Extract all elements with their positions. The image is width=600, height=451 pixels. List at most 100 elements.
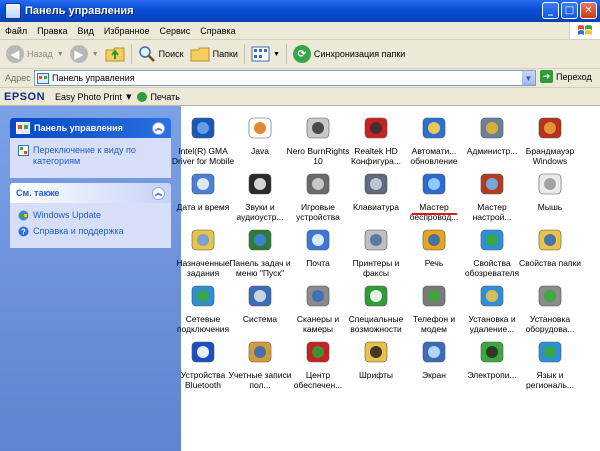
item-label: Сканеры и камеры <box>296 314 340 334</box>
menu-edit[interactable]: Правка <box>32 26 72 36</box>
realtek-icon <box>360 112 392 144</box>
control-panel-item[interactable]: Мастер настрой... <box>459 168 525 222</box>
add-remove-icon <box>476 280 508 312</box>
control-panel-item[interactable]: Свойства обозревателя <box>459 224 525 278</box>
sync-folder-button[interactable]: ⟳ Синхронизация папки <box>292 45 405 63</box>
java-icon <box>244 112 276 144</box>
menu-file[interactable]: Файл <box>0 26 32 36</box>
views-button[interactable]: ▼ <box>251 45 280 63</box>
control-panel-item[interactable]: Realtek HD Конфигура... <box>343 112 409 166</box>
control-panel-item[interactable]: Автомати... обновление <box>401 112 467 166</box>
minimize-button[interactable]: _ <box>542 2 559 19</box>
security-center-icon <box>302 336 334 368</box>
control-panel-item[interactable]: Свойства папки <box>517 224 583 268</box>
control-panel-item[interactable]: Учетные записи пол... <box>227 336 293 390</box>
display-icon <box>418 336 450 368</box>
menu-view[interactable]: Вид <box>73 26 99 36</box>
control-panel-item[interactable]: Установка оборудова... <box>517 280 583 334</box>
control-panel-item[interactable]: Система <box>227 280 293 324</box>
control-panel-item[interactable]: Почта <box>285 224 351 268</box>
address-dropdown-icon[interactable]: ▼ <box>522 71 535 85</box>
control-panel-item[interactable]: Электропи... <box>459 336 525 380</box>
windows-update-link[interactable]: Windows Update <box>18 210 163 221</box>
control-panel-item[interactable]: Игровые устройства <box>285 168 351 222</box>
back-arrow-icon: ◀ <box>6 45 24 63</box>
control-panel-item[interactable]: Экран <box>401 336 467 380</box>
menu-bar: Файл Правка Вид Избранное Сервис Справка <box>0 22 600 40</box>
epson-toolbar: EPSON Easy Photo Print ▼ Печать <box>0 88 600 106</box>
control-panel-item[interactable]: Брандмауэр Windows <box>517 112 583 166</box>
help-support-link[interactable]: ? Справка и поддержка <box>18 226 163 237</box>
address-bar: Адрес Панель управления ▼ ➜ Переход <box>0 69 600 88</box>
item-label: Электропи... <box>467 370 517 380</box>
folders-button[interactable]: Папки <box>190 45 238 63</box>
control-panel-item[interactable]: Специальные возможности <box>343 280 409 334</box>
category-view-icon <box>18 145 29 156</box>
printers-icon <box>360 224 392 256</box>
menu-tools[interactable]: Сервис <box>154 26 195 36</box>
menu-help[interactable]: Справка <box>195 26 240 36</box>
power-options-icon <box>476 336 508 368</box>
item-label: Мышь <box>537 202 563 212</box>
switch-category-view-link[interactable]: Переключение к виду по категориям <box>18 145 163 167</box>
back-button[interactable]: ◀ Назад ▼ <box>6 45 64 63</box>
folder-options-icon <box>534 224 566 256</box>
go-arrow-icon: ➜ <box>540 70 553 83</box>
toolbar-separator <box>243 44 245 64</box>
control-panel-item[interactable]: Сканеры и камеры <box>285 280 351 334</box>
control-panel-item[interactable]: Java <box>227 112 293 156</box>
item-label: Экран <box>422 370 446 380</box>
epson-logo: EPSON <box>4 90 46 103</box>
menu-favorites[interactable]: Избранное <box>99 26 155 36</box>
forward-button[interactable]: ▶ ▼ <box>69 45 99 63</box>
search-button[interactable]: Поиск <box>138 45 184 63</box>
panel-header[interactable]: См. также ︽ <box>10 183 171 203</box>
control-panel-item[interactable]: Речь <box>401 224 467 268</box>
go-button[interactable]: ➜ Переход <box>540 70 592 83</box>
control-panel-item[interactable]: Телефон и модем <box>401 280 467 334</box>
network-wizard-icon <box>476 168 508 200</box>
collapse-icon[interactable]: ︽ <box>152 121 165 135</box>
maximize-button[interactable]: □ <box>561 2 578 19</box>
highlight-underline <box>412 213 457 215</box>
close-button[interactable]: ✕ <box>580 2 597 19</box>
control-panel-items: Intel(R) GMA Driver for Mobile Java Nero B… <box>172 106 600 451</box>
control-panel-item[interactable]: Звуки и аудиоустр... <box>227 168 293 222</box>
control-panel-item[interactable]: Панель задач и меню "Пуск" <box>227 224 293 278</box>
address-label: Адрес <box>5 73 31 83</box>
chevron-down-icon: ▼ <box>56 50 64 58</box>
control-panel-item[interactable]: Язык и региональ... <box>517 336 583 390</box>
item-label: Телефон и модем <box>412 314 456 334</box>
bluetooth-icon <box>187 336 219 368</box>
control-panel-item[interactable]: Принтеры и факсы <box>343 224 409 278</box>
views-icon <box>251 46 270 62</box>
control-panel-item[interactable]: Центр обеспечен... <box>285 336 351 390</box>
item-label: Установка и удаление... <box>468 314 516 334</box>
collapse-icon[interactable]: ︽ <box>152 186 165 200</box>
control-panel-item[interactable]: Клавиатура <box>343 168 409 212</box>
control-panel-item[interactable]: Установка и удаление... <box>459 280 525 334</box>
wireless-wizard-icon <box>418 168 450 200</box>
item-label: Центр обеспечен... <box>293 370 343 390</box>
chevron-down-icon[interactable]: ▼ <box>126 93 131 101</box>
svg-text:?: ? <box>21 228 26 237</box>
up-folder-button[interactable] <box>105 45 125 63</box>
control-panel-item[interactable]: Шрифты <box>343 336 409 380</box>
control-panel-item[interactable]: Nero BurnRights 10 <box>285 112 351 166</box>
chevron-down-icon: ▼ <box>272 50 280 58</box>
control-panel-icon <box>37 72 49 84</box>
control-panel-item[interactable]: Администр... <box>459 112 525 156</box>
control-panel-item[interactable]: Мышь <box>517 168 583 212</box>
address-value: Панель управления <box>52 73 135 83</box>
item-label: Клавиатура <box>352 202 400 212</box>
item-label: Nero BurnRights 10 <box>286 146 350 166</box>
folders-icon <box>190 47 210 62</box>
item-label: Звуки и аудиоустр... <box>236 202 284 222</box>
internet-options-icon <box>476 224 508 256</box>
print-button[interactable]: Печать <box>137 91 180 102</box>
panel-header[interactable]: Панель управления ︽ <box>10 118 171 138</box>
address-input[interactable]: Панель управления ▼ <box>34 70 536 86</box>
date-time-icon <box>187 168 219 200</box>
easy-photo-print-button[interactable]: Easy Photo Print <box>55 92 122 102</box>
item-label: Мастер беспровод... <box>409 202 459 222</box>
